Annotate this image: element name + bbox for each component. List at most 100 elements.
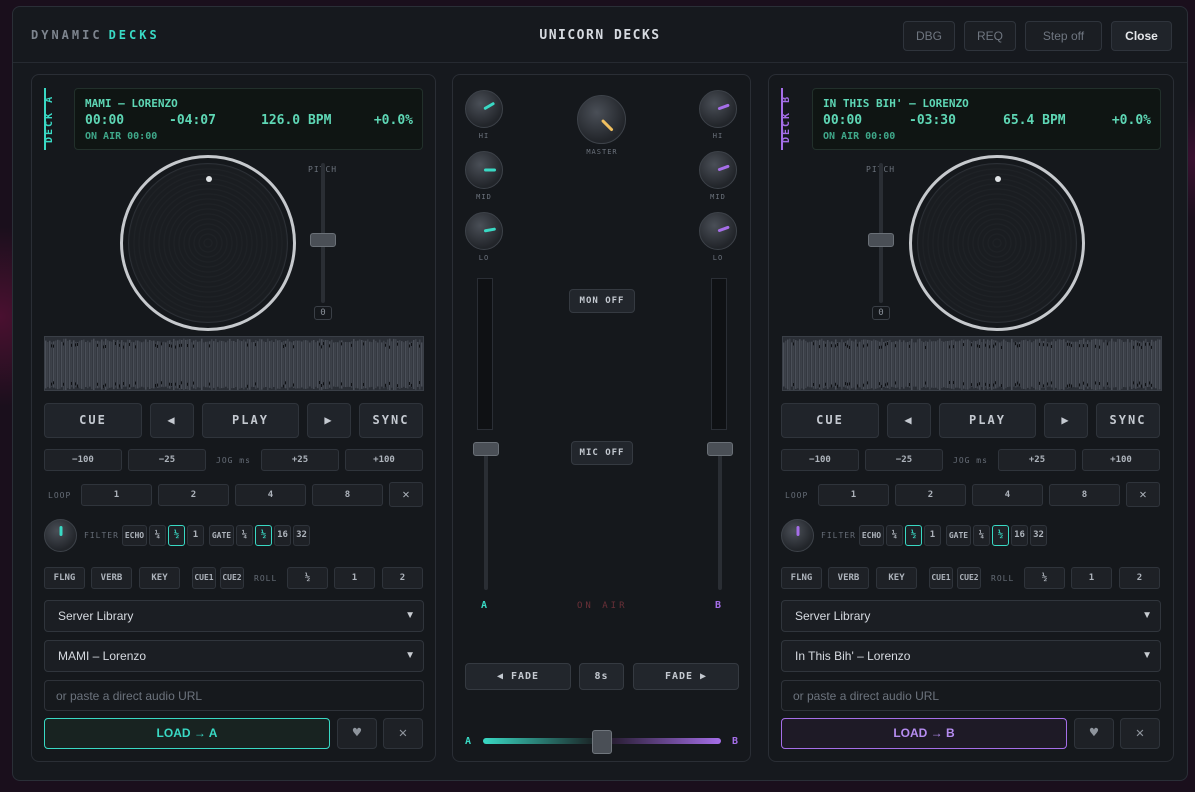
fade-time-button[interactable]: 8s [579,663,624,690]
deck-b-gate-32[interactable]: 32 [1030,525,1047,546]
deck-a-jog-plus-100[interactable]: +100 [345,449,423,471]
deck-a-echo-half[interactable]: ½ [168,525,185,546]
deck-a-cue2-button[interactable]: CUE2 [220,567,244,589]
deck-a-cue1-button[interactable]: CUE1 [192,567,216,589]
deck-b-track-select[interactable]: In This Bih' – Lorenzo ▼ [781,640,1161,672]
deck-b-loop-1[interactable]: 1 [818,484,889,506]
deck-a-roll-half[interactable]: ½ [287,567,328,589]
deck-a-key-button[interactable]: KEY [139,567,180,589]
deck-a-loop-clear-icon[interactable]: ✕ [389,482,423,507]
deck-b-jog-minus-25[interactable]: −25 [865,449,943,471]
mixer-a-lo-knob[interactable] [465,212,503,250]
deck-a-roll-1[interactable]: 1 [334,567,375,589]
deck-a-track-select[interactable]: MAMI – Lorenzo ▼ [44,640,424,672]
deck-b-favorite-icon[interactable]: ♥ [1074,718,1114,749]
deck-a-forward-button[interactable]: ▶ [307,403,351,438]
deck-b-echo-half[interactable]: ½ [905,525,922,546]
deck-a-play-button[interactable]: PLAY [202,403,299,438]
deck-a-echo-button[interactable]: ECHO [122,525,147,546]
mixer-a-hi-knob[interactable] [465,90,503,128]
deck-b-gate-quarter[interactable]: ¼ [973,525,990,546]
deck-a-back-button[interactable]: ◀ [150,403,194,438]
deck-b-waveform[interactable] [782,336,1162,391]
fade-right-button[interactable]: FADE ▶ [633,663,739,690]
deck-b-loop-2[interactable]: 2 [895,484,966,506]
step-off-button[interactable]: Step off [1025,21,1102,51]
deck-a-loop-2[interactable]: 2 [158,484,229,506]
deck-b-filter-knob[interactable] [781,519,814,552]
deck-a-pitch-handle[interactable] [310,233,336,247]
deck-b-play-button[interactable]: PLAY [939,403,1036,438]
deck-b-flanger-button[interactable]: FLNG [781,567,822,589]
channel-b-fader-handle[interactable] [707,442,733,456]
crossfader-handle[interactable] [592,730,612,754]
deck-a-loop-4[interactable]: 4 [235,484,306,506]
deck-a-gate-button[interactable]: GATE [209,525,234,546]
deck-a-clear-icon[interactable]: ✕ [383,718,423,749]
deck-a-reverb-button[interactable]: VERB [91,567,132,589]
deck-b-reverb-button[interactable]: VERB [828,567,869,589]
fade-left-button[interactable]: ◀ FADE [465,663,571,690]
deck-a-loop-8[interactable]: 8 [312,484,383,506]
deck-a-jog-minus-25[interactable]: −25 [128,449,206,471]
deck-b-jog-minus-100[interactable]: −100 [781,449,859,471]
monitor-toggle-button[interactable]: MON OFF [569,289,635,313]
mixer-b-lo-knob[interactable] [699,212,737,250]
master-volume-knob[interactable] [577,95,626,144]
close-button[interactable]: Close [1111,21,1172,51]
deck-a-gate-quarter[interactable]: ¼ [236,525,253,546]
deck-b-loop-8[interactable]: 8 [1049,484,1120,506]
deck-a-sync-button[interactable]: SYNC [359,403,423,438]
deck-b-roll-1[interactable]: 1 [1071,567,1112,589]
deck-b-echo-button[interactable]: ECHO [859,525,884,546]
deck-a-library-select[interactable]: Server Library ▼ [44,600,424,632]
deck-a-gate-half[interactable]: ½ [255,525,272,546]
deck-a-roll-2[interactable]: 2 [382,567,423,589]
mixer-b-hi-knob[interactable] [699,90,737,128]
deck-b-cue-button[interactable]: CUE [781,403,879,438]
deck-b-back-button[interactable]: ◀ [887,403,931,438]
deck-b-gate-button[interactable]: GATE [946,525,971,546]
deck-b-loop-4[interactable]: 4 [972,484,1043,506]
deck-a-flanger-button[interactable]: FLNG [44,567,85,589]
deck-a-filter-knob[interactable] [44,519,77,552]
deck-b-jog-wheel[interactable] [909,155,1085,331]
deck-b-cue2-button[interactable]: CUE2 [957,567,981,589]
deck-b-url-input[interactable] [781,680,1161,711]
req-button[interactable]: REQ [964,21,1016,51]
deck-b-pitch-handle[interactable] [868,233,894,247]
deck-a-cue-button[interactable]: CUE [44,403,142,438]
deck-b-echo-quarter[interactable]: ¼ [886,525,903,546]
deck-a-jog-minus-100[interactable]: −100 [44,449,122,471]
deck-b-sync-button[interactable]: SYNC [1096,403,1160,438]
deck-b-roll-half[interactable]: ½ [1024,567,1065,589]
mixer-a-mid-knob[interactable] [465,151,503,189]
deck-a-loop-1[interactable]: 1 [81,484,152,506]
mic-toggle-button[interactable]: MIC OFF [571,441,633,465]
deck-a-echo-one[interactable]: 1 [187,525,204,546]
deck-b-load-button[interactable]: LOAD → B [781,718,1067,749]
channel-b-fader[interactable] [718,450,722,590]
channel-a-fader-handle[interactable] [473,442,499,456]
deck-a-gate-16[interactable]: 16 [274,525,291,546]
deck-a-favorite-icon[interactable]: ♥ [337,718,377,749]
deck-b-jog-plus-25[interactable]: +25 [998,449,1076,471]
deck-b-library-select[interactable]: Server Library ▼ [781,600,1161,632]
deck-b-cue1-button[interactable]: CUE1 [929,567,953,589]
deck-a-url-input[interactable] [44,680,424,711]
deck-b-jog-plus-100[interactable]: +100 [1082,449,1160,471]
deck-b-roll-2[interactable]: 2 [1119,567,1160,589]
deck-a-jog-wheel[interactable] [120,155,296,331]
deck-b-echo-one[interactable]: 1 [924,525,941,546]
deck-a-waveform[interactable] [44,336,424,391]
deck-b-gate-half[interactable]: ½ [992,525,1009,546]
deck-b-gate-16[interactable]: 16 [1011,525,1028,546]
deck-a-jog-plus-25[interactable]: +25 [261,449,339,471]
deck-a-load-button[interactable]: LOAD → A [44,718,330,749]
deck-b-key-button[interactable]: KEY [876,567,917,589]
channel-a-fader[interactable] [484,450,488,590]
deck-b-loop-clear-icon[interactable]: ✕ [1126,482,1160,507]
mixer-b-mid-knob[interactable] [699,151,737,189]
deck-a-echo-quarter[interactable]: ¼ [149,525,166,546]
dbg-button[interactable]: DBG [903,21,955,51]
